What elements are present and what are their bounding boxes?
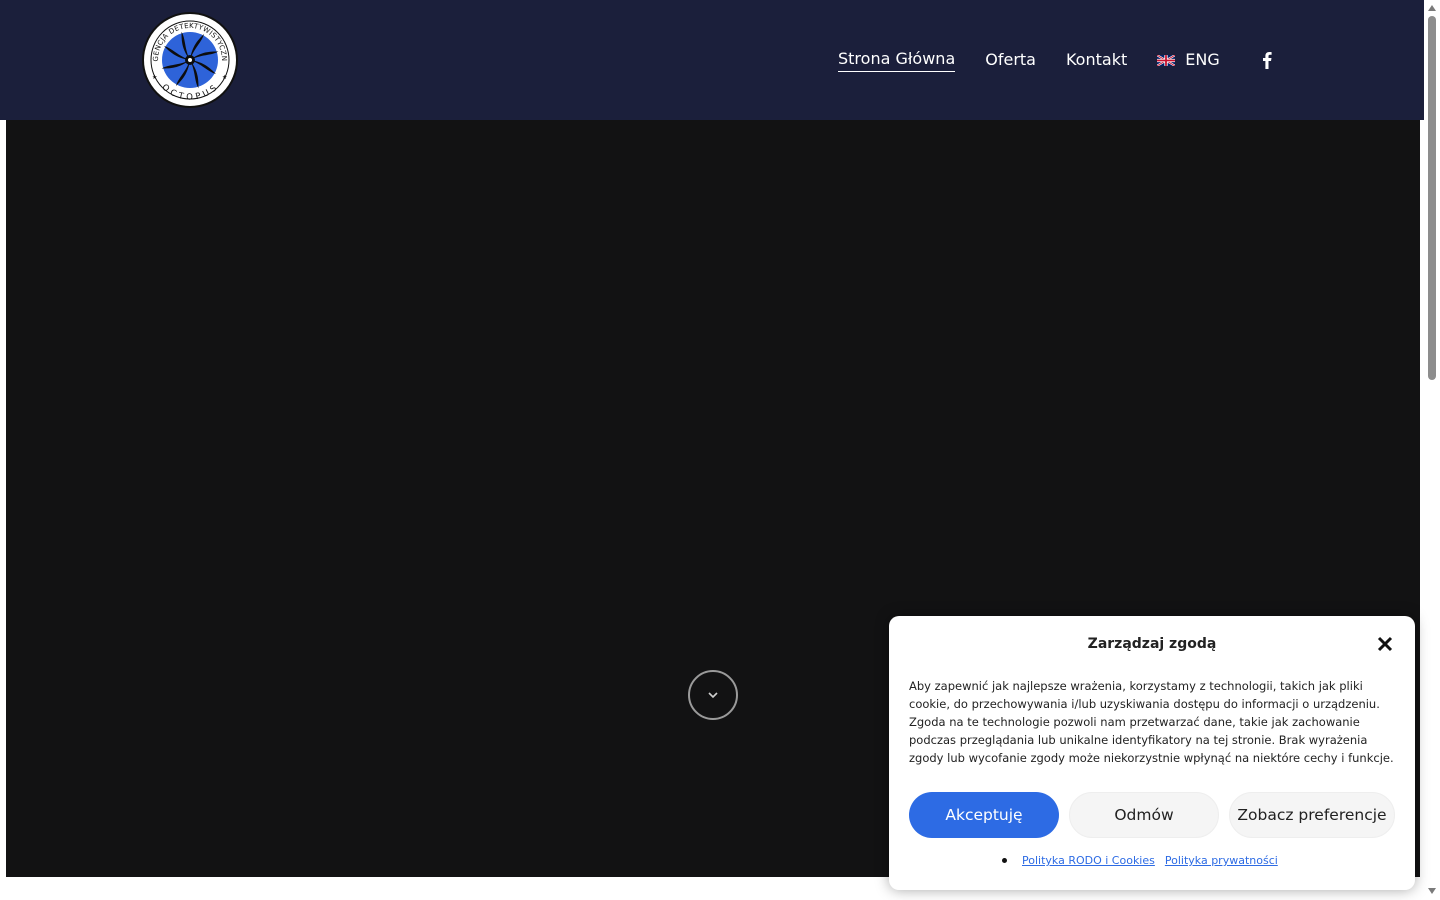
facebook-icon[interactable]	[1258, 50, 1276, 70]
close-icon[interactable]	[1377, 636, 1393, 652]
privacy-policy-link[interactable]: Polityka prywatności	[1165, 854, 1278, 867]
nav-item-contact[interactable]: Kontakt	[1066, 49, 1127, 71]
nav-item-language[interactable]: ENG	[1157, 49, 1220, 71]
rodo-cookies-policy-link[interactable]: Polityka RODO i Cookies	[1022, 854, 1155, 867]
accept-button[interactable]: Akceptuję	[909, 792, 1059, 838]
cookie-policy-links: Polityka RODO i Cookies Polityka prywatn…	[1002, 854, 1278, 867]
uk-flag-icon	[1157, 54, 1176, 66]
bullet-icon	[1002, 858, 1007, 863]
chevron-down-icon	[708, 692, 718, 699]
language-label: ENG	[1185, 50, 1220, 69]
scroll-up-arrow-icon[interactable]	[1428, 5, 1436, 11]
cookie-title: Zarządzaj zgodą	[1087, 636, 1217, 652]
svg-text:★: ★	[222, 74, 227, 81]
site-header: AGENCJA DETEKTYWISTYCZNA OCTOPUS ★ ★ Str…	[0, 0, 1424, 120]
nav-item-offer[interactable]: Oferta	[985, 49, 1036, 71]
cookie-description: Aby zapewnić jak najlepsze wrażenia, kor…	[909, 679, 1394, 765]
scroll-down-button[interactable]	[688, 670, 738, 720]
deny-button[interactable]: Odmów	[1069, 792, 1219, 838]
main-nav: Strona Główna Oferta Kontakt ENG	[838, 48, 1220, 72]
svg-text:★: ★	[152, 74, 157, 81]
octopus-logo[interactable]: AGENCJA DETEKTYWISTYCZNA OCTOPUS ★ ★	[142, 12, 238, 108]
cookie-consent-dialog: Zarządzaj zgodą Aby zapewnić jak najleps…	[889, 616, 1415, 890]
scrollbar-thumb[interactable]	[1428, 16, 1436, 380]
nav-item-home[interactable]: Strona Główna	[838, 48, 956, 72]
page-scrollbar[interactable]	[1424, 0, 1440, 900]
preferences-button[interactable]: Zobacz preferencje	[1229, 792, 1395, 838]
scroll-down-arrow-icon[interactable]	[1428, 888, 1436, 894]
